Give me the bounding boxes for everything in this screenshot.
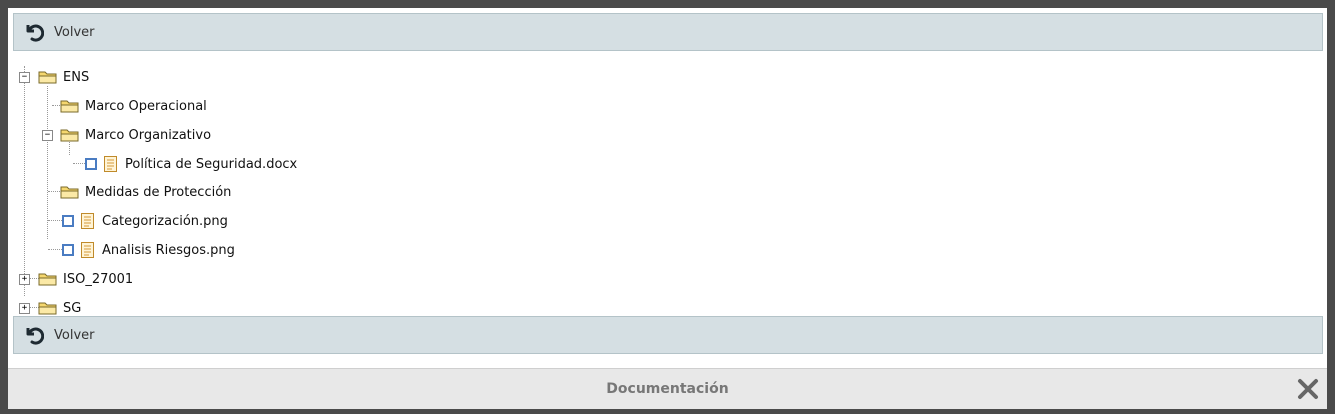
- tree-node-label: Marco Organizativo: [85, 127, 212, 143]
- file-checkbox[interactable]: [85, 158, 97, 170]
- folder-icon: [38, 272, 57, 286]
- documentation-dialog: Volver − ENS Marco Operacional − Marco O…: [8, 8, 1327, 409]
- collapse-toggle-marco-organizativo[interactable]: −: [42, 130, 53, 141]
- tree-node-categorizacion[interactable]: Categorización.png: [62, 212, 228, 230]
- tree-node-label: Marco Operacional: [85, 98, 207, 114]
- expand-toggle-sg[interactable]: +: [19, 303, 30, 314]
- tree-node-iso27001[interactable]: ISO_27001: [38, 270, 133, 288]
- tree-node-analisis-riesgos[interactable]: Analisis Riesgos.png: [62, 241, 235, 259]
- file-checkbox[interactable]: [62, 244, 74, 256]
- file-icon: [81, 213, 94, 229]
- file-checkbox[interactable]: [62, 215, 74, 227]
- folder-icon: [60, 99, 79, 113]
- dialog-footer: Documentación: [8, 368, 1327, 409]
- tree-node-medidas-proteccion[interactable]: Medidas de Protección: [60, 183, 231, 201]
- file-icon: [81, 242, 94, 258]
- tree-node-marco-operacional[interactable]: Marco Operacional: [60, 97, 207, 115]
- undo-icon: [24, 22, 44, 42]
- tree-node-politica-seguridad[interactable]: Política de Seguridad.docx: [85, 155, 297, 173]
- bottom-toolbar: Volver: [13, 316, 1323, 354]
- collapse-toggle-ens[interactable]: −: [19, 72, 30, 83]
- tree-node-label: Medidas de Protección: [85, 184, 232, 200]
- document-tree: − ENS Marco Operacional − Marco Organiza…: [18, 52, 718, 316]
- top-toolbar: Volver: [13, 13, 1323, 51]
- back-button-label: Volver: [54, 327, 95, 343]
- close-icon[interactable]: [1297, 378, 1319, 400]
- dialog-title: Documentación: [606, 381, 729, 397]
- folder-icon: [38, 301, 57, 315]
- tree-node-ens[interactable]: ENS: [38, 68, 89, 86]
- folder-icon: [60, 128, 79, 142]
- undo-icon: [24, 325, 44, 345]
- expand-toggle-iso27001[interactable]: +: [19, 274, 30, 285]
- folder-icon: [60, 185, 79, 199]
- folder-icon: [38, 70, 57, 84]
- tree-node-label: Analisis Riesgos.png: [102, 242, 235, 258]
- tree-node-sg[interactable]: SG: [38, 299, 81, 317]
- tree-node-label: SG: [63, 300, 82, 316]
- tree-node-label: Política de Seguridad.docx: [125, 156, 298, 172]
- tree-node-label: ENS: [63, 69, 90, 85]
- tree-node-label: ISO_27001: [63, 271, 134, 287]
- back-button-top[interactable]: Volver: [24, 22, 95, 42]
- back-button-bottom[interactable]: Volver: [24, 325, 95, 345]
- tree-node-label: Categorización.png: [102, 213, 228, 229]
- file-icon: [104, 156, 117, 172]
- tree-node-marco-organizativo[interactable]: Marco Organizativo: [60, 126, 211, 144]
- back-button-label: Volver: [54, 24, 95, 40]
